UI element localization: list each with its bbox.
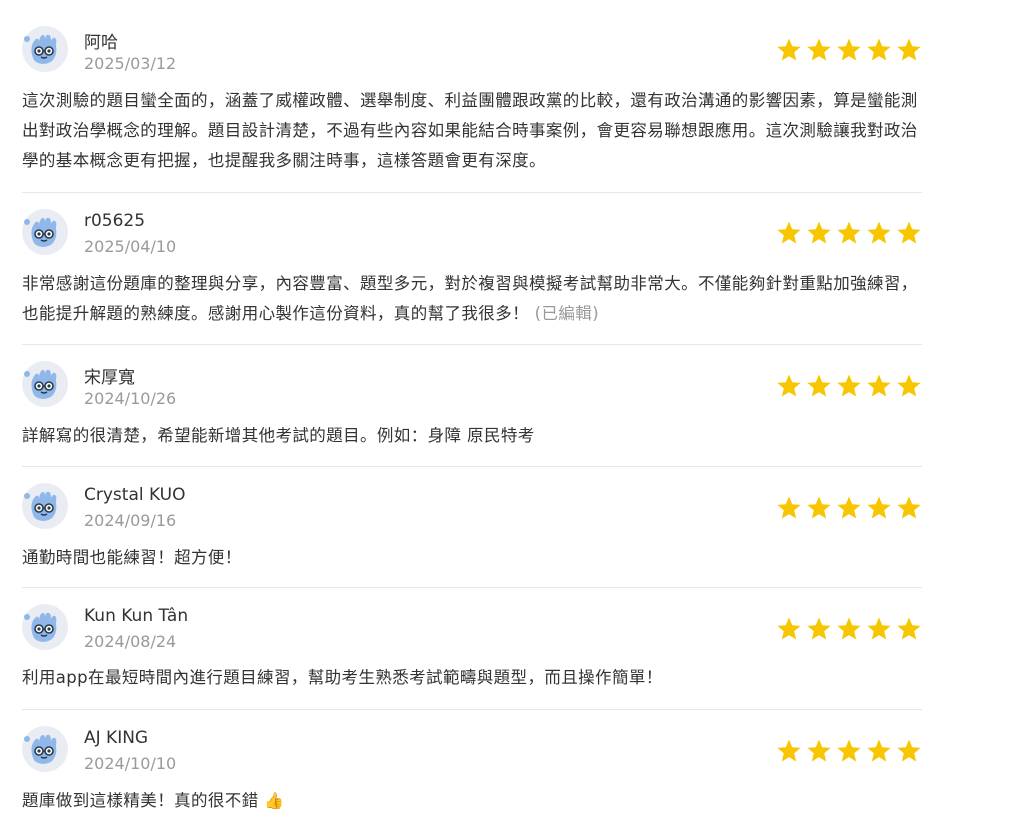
review-date: 2025/03/12 — [84, 54, 177, 73]
review-date: 2024/10/10 — [84, 754, 177, 773]
reviewer-name: AJ KING — [84, 728, 149, 748]
review-date: 2025/04/10 — [84, 237, 177, 256]
star-icon — [807, 617, 831, 640]
star-rating — [776, 37, 922, 63]
review-text: 這次測驗的題目蠻全面的，涵蓋了威權政體、選舉制度、利益團體跟政黨的比較，還有政治… — [22, 86, 922, 176]
review-text-body: 非常感謝這份題庫的整理與分享，內容豐富、題型多元，對於複習與模擬考試幫助非常大。… — [22, 274, 918, 323]
star-icon — [897, 374, 921, 397]
star-icon — [837, 374, 861, 397]
review-text: 通勤時間也能練習！超方便！ — [22, 543, 922, 573]
review-item: r05625 2025/04/10 非常感謝這份題庫的整理與分享，內容豐富、題型… — [22, 193, 922, 345]
avatar-icon — [22, 604, 68, 650]
review-text-body: 詳解寫的很清楚，希望能新增其他考試的題目。例如：身障 原民特考 — [22, 426, 535, 445]
reviewer-name: Kun Kun Tân — [84, 606, 189, 626]
star-icon — [867, 617, 891, 640]
reviewer-name: r05625 — [84, 211, 146, 231]
review-item: 阿哈 2025/03/12 這次測驗的題目蠻全面的，涵蓋了威權政體、選舉制度、利… — [22, 0, 922, 193]
star-icon — [897, 496, 921, 519]
review-text-body: 題庫做到這樣精美！真的很不錯 — [22, 791, 259, 810]
star-icon — [897, 617, 921, 640]
star-icon — [777, 374, 801, 397]
star-icon — [807, 221, 831, 244]
review-item: Kun Kun Tân 2024/08/24 利用app在最短時間內進行題目練習… — [22, 588, 922, 710]
star-icon — [837, 221, 861, 244]
star-icon — [867, 374, 891, 397]
star-icon — [837, 38, 861, 61]
star-icon — [837, 739, 861, 762]
star-rating — [776, 373, 922, 399]
review-text-body: 通勤時間也能練習！超方便！ — [22, 548, 242, 567]
star-icon — [777, 221, 801, 244]
star-icon — [897, 739, 921, 762]
star-icon — [867, 496, 891, 519]
star-icon — [807, 38, 831, 61]
star-icon — [807, 739, 831, 762]
review-text-body: 這次測驗的題目蠻全面的，涵蓋了威權政體、選舉制度、利益團體跟政黨的比較，還有政治… — [22, 91, 918, 170]
star-icon — [807, 496, 831, 519]
star-icon — [867, 221, 891, 244]
star-icon — [777, 739, 801, 762]
star-icon — [837, 496, 861, 519]
review-item: 宋厚寬 2024/10/26 詳解寫的很清楚，希望能新增其他考試的題目。例如：身… — [22, 345, 922, 467]
reviewer-name: 阿哈 — [84, 33, 118, 53]
review-text: 非常感謝這份題庫的整理與分享，內容豐富、題型多元，對於複習與模擬考試幫助非常大。… — [22, 269, 922, 329]
star-icon — [897, 38, 921, 61]
star-icon — [807, 374, 831, 397]
star-rating — [776, 220, 922, 246]
star-icon — [897, 221, 921, 244]
star-rating — [776, 738, 922, 764]
avatar-icon — [22, 483, 68, 529]
review-date: 2024/08/24 — [84, 632, 177, 651]
avatar-icon — [22, 209, 68, 255]
avatar-icon — [22, 361, 68, 407]
review-text: 詳解寫的很清楚，希望能新增其他考試的題目。例如：身障 原民特考 — [22, 421, 922, 451]
thumbs-up-icon: 👍 — [264, 791, 285, 810]
star-rating — [776, 495, 922, 521]
star-icon — [837, 617, 861, 640]
avatar-icon — [22, 26, 68, 72]
star-icon — [867, 739, 891, 762]
review-text-body: 利用app在最短時間內進行題目練習，幫助考生熟悉考試範疇與題型，而且操作簡單！ — [22, 668, 663, 687]
star-icon — [867, 38, 891, 61]
review-text: 利用app在最短時間內進行題目練習，幫助考生熟悉考試範疇與題型，而且操作簡單！ — [22, 663, 922, 693]
reviewer-name: Crystal KUO — [84, 485, 186, 505]
review-list: 阿哈 2025/03/12 這次測驗的題目蠻全面的，涵蓋了威權政體、選舉制度、利… — [22, 0, 922, 835]
review-item: AJ KING 2024/10/10 題庫做到這樣精美！真的很不錯 👍 — [22, 710, 922, 835]
review-date: 2024/09/16 — [84, 511, 177, 530]
review-text: 題庫做到這樣精美！真的很不錯 👍 — [22, 786, 922, 816]
star-icon — [777, 38, 801, 61]
edited-label: (已編輯) — [534, 304, 600, 323]
star-icon — [777, 496, 801, 519]
reviewer-name: 宋厚寬 — [84, 368, 135, 388]
star-icon — [777, 617, 801, 640]
star-rating — [776, 616, 922, 642]
review-item: Crystal KUO 2024/09/16 通勤時間也能練習！超方便！ — [22, 467, 922, 588]
review-date: 2024/10/26 — [84, 389, 177, 408]
avatar-icon — [22, 726, 68, 772]
